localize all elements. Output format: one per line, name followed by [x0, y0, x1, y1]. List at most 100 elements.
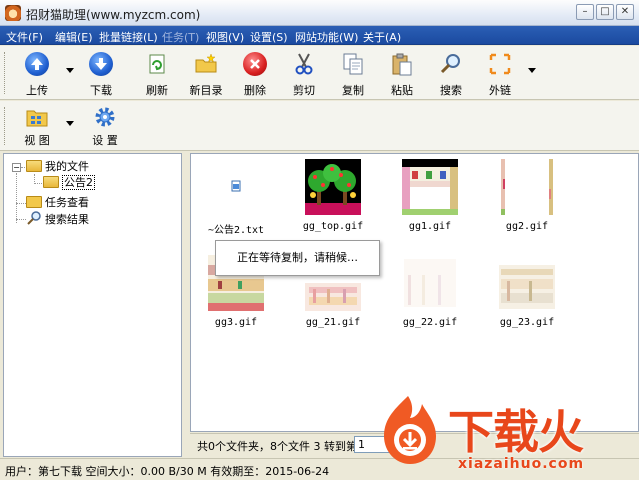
external-link-dropdown-arrow-icon[interactable]: [528, 68, 536, 73]
delete-button[interactable]: 删除: [232, 52, 278, 98]
new-folder-button[interactable]: 新目录: [183, 52, 229, 98]
search-label: 搜索: [440, 84, 462, 97]
upload-arrow-icon: [25, 52, 49, 76]
tree-collapse-toggle[interactable]: −: [12, 163, 21, 172]
view-button[interactable]: 视 图: [14, 105, 60, 148]
tree-node-my-files[interactable]: 我的文件: [26, 159, 89, 175]
file-name: gg_23.gif: [499, 317, 555, 328]
refresh-icon: [145, 52, 169, 76]
site-watermark: 下载火 xiazaihuo.com: [376, 392, 639, 480]
menu-site-functions[interactable]: 网站功能(W): [295, 29, 358, 45]
search-button[interactable]: 搜索: [428, 52, 474, 98]
file-name: ~公告2.txt: [207, 225, 265, 236]
file-tile[interactable]: gg1.gif: [384, 159, 476, 232]
new-folder-icon: [194, 52, 218, 76]
copy-wait-popup: 正在等待复制，请稍候…: [215, 240, 380, 276]
menu-about[interactable]: 关于(A): [363, 29, 401, 45]
file-tile[interactable]: gg2.gif: [481, 159, 573, 232]
tree-node-search-results[interactable]: 搜索结果: [26, 211, 89, 227]
copy-button[interactable]: 复制: [330, 52, 376, 98]
open-folder-icon: [43, 176, 59, 188]
maximize-button[interactable]: □: [596, 4, 614, 20]
file-name: gg_21.gif: [305, 317, 361, 328]
search-magnifier-icon: [26, 211, 42, 225]
paste-button[interactable]: 粘贴: [379, 52, 425, 98]
paste-clipboard-icon: [390, 52, 414, 76]
external-link-button[interactable]: 外链: [477, 52, 523, 98]
tasks-folder-icon: [26, 196, 42, 208]
settings-button[interactable]: 设 置: [82, 105, 128, 148]
file-tile[interactable]: gg_23.gif: [481, 255, 573, 328]
file-name: gg_top.gif: [302, 221, 364, 232]
menu-settings[interactable]: 设置(S): [250, 29, 288, 45]
tree-node-label: 任务查看: [45, 196, 89, 209]
file-name: gg_22.gif: [402, 317, 458, 328]
toolbar-grip[interactable]: [4, 52, 7, 94]
tree-connector-line: [16, 219, 26, 220]
file-name: gg2.gif: [505, 221, 549, 232]
menu-batch-link[interactable]: 批量链接(L): [99, 29, 158, 45]
file-view: ~公告2.txt gg_top.gif gg1.gif gg2.gif gg3.…: [190, 153, 639, 432]
main-toolbar: 上传 下载 刷新 新目录 删除 剪切 复制 粘贴 搜索 外链: [0, 46, 639, 100]
tree-node-label: 公告2: [62, 175, 95, 190]
upload-dropdown-arrow-icon[interactable]: [66, 68, 74, 73]
menu-file[interactable]: 文件(F): [6, 29, 43, 45]
file-name: gg1.gif: [408, 221, 452, 232]
file-tile[interactable]: ~公告2.txt: [191, 159, 282, 236]
tree-node-label: 我的文件: [45, 160, 89, 173]
search-magnifier-icon: [439, 52, 463, 76]
close-button[interactable]: ✕: [616, 4, 634, 20]
download-button[interactable]: 下载: [78, 52, 124, 98]
tree-node-task-view[interactable]: 任务查看: [26, 195, 89, 211]
gif-thumbnail-icon: [499, 159, 555, 215]
gif-thumbnail-icon: [402, 159, 458, 215]
flame-logo-icon: [378, 394, 440, 466]
tree-node-announcement2[interactable]: 公告2: [43, 175, 95, 191]
menu-bar: 文件(F) 编辑(E) 批量链接(L) 任务(T) 视图(V) 设置(S) 网站…: [0, 26, 639, 45]
tree-connector-line: [16, 173, 17, 223]
delete-x-icon: [243, 52, 267, 76]
toolbar2-grip[interactable]: [4, 107, 7, 145]
copy-label: 复制: [342, 84, 364, 97]
text-file-icon: [208, 159, 264, 215]
tree-connector-line: [34, 183, 42, 184]
folder-tree: − 我的文件 公告2 任务查看 搜索结果: [3, 153, 182, 457]
external-link-arrows-icon: [488, 52, 512, 76]
tree-connector-line: [16, 203, 26, 204]
view-dropdown-arrow-icon[interactable]: [66, 121, 74, 126]
file-tile[interactable]: gg_22.gif: [384, 255, 476, 328]
cut-label: 剪切: [293, 84, 315, 97]
settings-label: 设 置: [92, 134, 118, 147]
watermark-url: xiazaihuo.com: [458, 456, 585, 472]
gif-thumbnail-icon: [499, 255, 555, 311]
refresh-label: 刷新: [146, 84, 168, 97]
gear-icon: [93, 105, 117, 129]
view-label: 视 图: [24, 134, 50, 147]
app-cat-icon: [5, 5, 21, 21]
watermark-brand: 下载火: [448, 405, 584, 459]
cut-button[interactable]: 剪切: [281, 52, 327, 98]
copy-icon: [341, 52, 365, 76]
gif-thumbnail-icon: [305, 159, 361, 215]
menu-view[interactable]: 视图(V): [206, 29, 244, 45]
refresh-button[interactable]: 刷新: [134, 52, 180, 98]
download-arrow-icon: [89, 52, 113, 76]
view-grid-icon: [25, 105, 49, 129]
upload-button[interactable]: 上传: [14, 52, 60, 98]
minimize-button[interactable]: –: [576, 4, 594, 20]
file-count-summary: 共0个文件夹，8个文件 3 转到第: [197, 440, 357, 453]
open-folder-icon: [26, 160, 42, 172]
tree-node-label: 搜索结果: [45, 213, 89, 226]
menu-task[interactable]: 任务(T): [162, 29, 199, 45]
title-bar: 招财猫助理(www.myzcm.com) – □ ✕: [0, 0, 639, 26]
file-name: gg3.gif: [214, 317, 258, 328]
delete-label: 删除: [244, 84, 266, 97]
paste-label: 粘贴: [391, 84, 413, 97]
download-label: 下载: [90, 84, 112, 97]
file-tile[interactable]: gg_top.gif: [287, 159, 379, 232]
scissors-icon: [292, 52, 316, 76]
window-title: 招财猫助理(www.myzcm.com): [26, 8, 201, 22]
menu-edit[interactable]: 编辑(E): [55, 29, 93, 45]
new-folder-label: 新目录: [189, 84, 223, 97]
external-link-label: 外链: [489, 84, 511, 97]
